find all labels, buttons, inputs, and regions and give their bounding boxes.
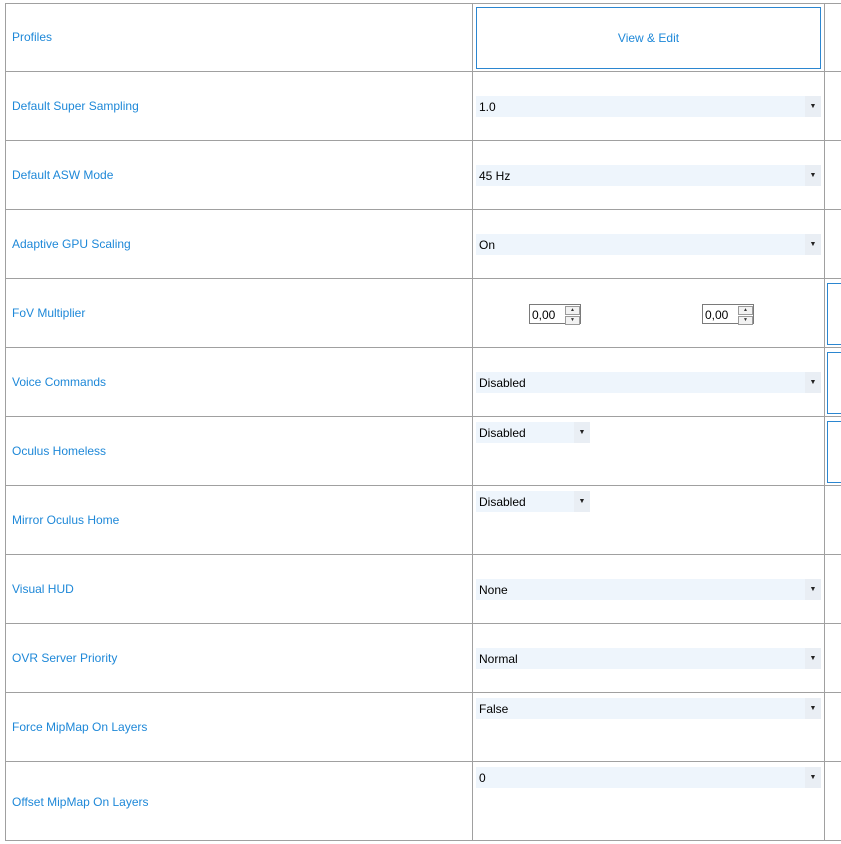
- fov-vertical-stepper[interactable]: 0,00 ▲ ▼: [702, 304, 754, 325]
- chevron-down-icon: ▼: [805, 767, 821, 788]
- label-ovr-server-priority: OVR Server Priority: [12, 651, 118, 665]
- side-button[interactable]: [827, 421, 841, 483]
- label-default-asw-mode: Default ASW Mode: [12, 168, 114, 182]
- chevron-down-icon: ▼: [805, 648, 821, 669]
- visual-hud-dropdown[interactable]: None ▼: [476, 579, 821, 600]
- label-fov-multiplier: FoV Multiplier: [12, 306, 86, 320]
- chevron-down-icon: ▼: [805, 165, 821, 186]
- fov-horizontal-stepper[interactable]: 0,00 ▲ ▼: [529, 304, 581, 325]
- asw-mode-value: 45 Hz: [479, 169, 511, 183]
- label-visual-hud: Visual HUD: [12, 582, 74, 596]
- force-mipmap-value: False: [479, 702, 509, 716]
- view-edit-button[interactable]: View & Edit: [476, 7, 821, 69]
- chevron-down-icon: ▼: [805, 96, 821, 117]
- label-mirror-oculus-home: Mirror Oculus Home: [12, 513, 120, 527]
- chevron-down-icon: ▼: [805, 698, 821, 719]
- label-adaptive-gpu-scaling: Adaptive GPU Scaling: [12, 237, 131, 251]
- row-mirror-oculus-home: Mirror Oculus Home: [5, 486, 841, 555]
- voice-commands-value: Disabled: [479, 376, 526, 390]
- oculus-homeless-value: Disabled: [479, 426, 526, 440]
- force-mipmap-dropdown[interactable]: False ▼: [476, 698, 821, 719]
- row-oculus-homeless: Oculus Homeless: [5, 417, 841, 486]
- chevron-down-icon: ▼: [805, 234, 821, 255]
- chevron-down-icon: ▼: [574, 422, 590, 443]
- label-voice-commands: Voice Commands: [12, 375, 107, 389]
- chevron-down-icon: ▼: [805, 579, 821, 600]
- label-default-super-sampling: Default Super Sampling: [12, 99, 139, 113]
- mirror-oculus-home-dropdown[interactable]: Disabled ▼: [476, 491, 590, 512]
- super-sampling-dropdown[interactable]: 1.0 ▼: [476, 96, 821, 117]
- fov-vertical-value: 0,00: [705, 308, 729, 322]
- spin-down-icon[interactable]: ▼: [565, 316, 580, 325]
- oculus-homeless-dropdown[interactable]: Disabled ▼: [476, 422, 590, 443]
- ovr-server-priority-dropdown[interactable]: Normal ▼: [476, 648, 821, 669]
- spin-up-icon[interactable]: ▲: [738, 306, 753, 315]
- label-force-mipmap-on-layers: Force MipMap On Layers: [12, 720, 148, 734]
- spin-down-icon[interactable]: ▼: [738, 316, 753, 325]
- voice-commands-dropdown[interactable]: Disabled ▼: [476, 372, 821, 393]
- asw-mode-dropdown[interactable]: 45 Hz ▼: [476, 165, 821, 186]
- label-oculus-homeless: Oculus Homeless: [12, 444, 107, 458]
- side-button[interactable]: [827, 283, 841, 345]
- adaptive-gpu-scaling-value: On: [479, 238, 496, 252]
- mirror-oculus-home-value: Disabled: [479, 495, 526, 509]
- adaptive-gpu-scaling-dropdown[interactable]: On ▼: [476, 234, 821, 255]
- visual-hud-value: None: [479, 583, 508, 597]
- offset-mipmap-dropdown[interactable]: 0 ▼: [476, 767, 821, 788]
- label-profiles: Profiles: [12, 30, 53, 44]
- fov-horizontal-value: 0,00: [532, 308, 556, 322]
- chevron-down-icon: ▼: [574, 491, 590, 512]
- spin-up-icon[interactable]: ▲: [565, 306, 580, 315]
- chevron-down-icon: ▼: [805, 372, 821, 393]
- offset-mipmap-value: 0: [479, 771, 486, 785]
- side-button[interactable]: [827, 352, 841, 414]
- super-sampling-value: 1.0: [479, 100, 496, 114]
- ovr-server-priority-value: Normal: [479, 652, 518, 666]
- label-offset-mipmap-on-layers: Offset MipMap On Layers: [12, 794, 149, 809]
